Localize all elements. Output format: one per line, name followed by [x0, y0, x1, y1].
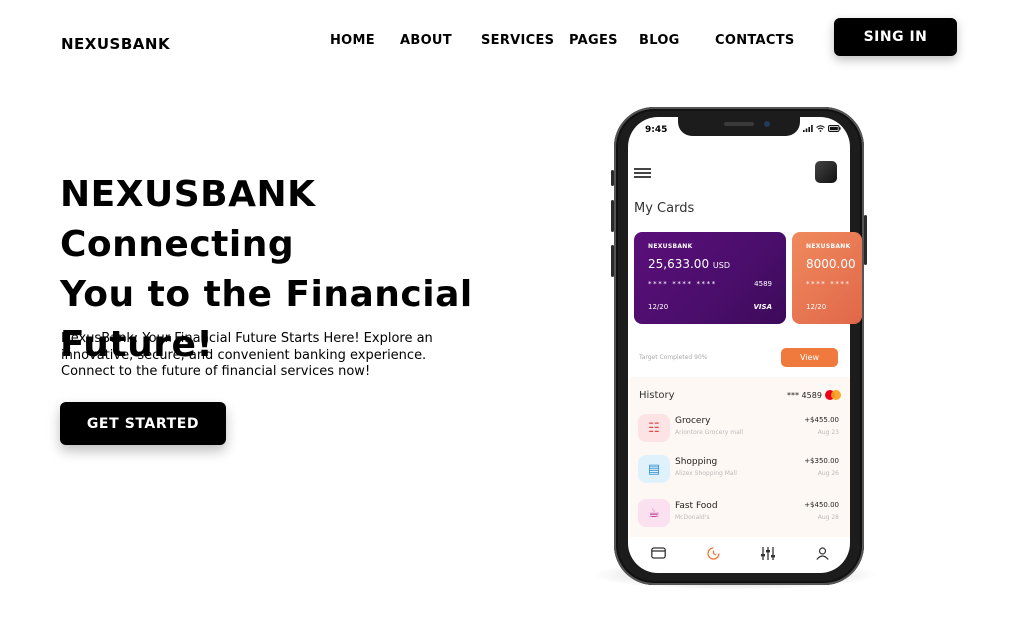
view-button[interactable]: View [781, 348, 838, 367]
transaction-subtitle: Ariontore Grocery mall [675, 429, 744, 436]
fast-food-icon: ☕ [638, 499, 670, 527]
my-cards-heading: My Cards [634, 201, 695, 216]
nav-blog[interactable]: BLOG [639, 33, 680, 48]
card-expiry: 12/20 [648, 303, 669, 311]
profile-icon[interactable] [816, 546, 830, 560]
transaction-subtitle: Alizex Shopping Mall [675, 470, 737, 477]
history-heading: History [639, 390, 675, 401]
landing-page: NEXUSBANK HOME ABOUT SERVICES PAGES BLOG… [0, 0, 1010, 628]
status-icons [803, 125, 841, 132]
chart-icon[interactable] [707, 546, 720, 560]
get-started-button[interactable]: GET STARTED [60, 402, 226, 445]
card-amount: 25,633.00 USD [648, 257, 730, 271]
hero-title-line: NEXUSBANK Connecting [60, 174, 316, 265]
transaction-subtitle: McDonald's [675, 514, 710, 521]
visa-logo: VISA [753, 303, 772, 311]
settings-icon[interactable] [761, 546, 776, 560]
hero-text-line: NexusBank: Your Financial Future Starts … [61, 331, 433, 346]
hero-text-line: innovative, secure, and convenient banki… [61, 347, 427, 363]
card-number-mask: **** **** **** [648, 280, 717, 288]
avatar[interactable] [815, 161, 837, 183]
status-time: 9:45 [645, 125, 668, 135]
signal-icon [803, 125, 813, 132]
bottom-tab-bar [630, 539, 850, 567]
card-amount: 8000.00 [806, 257, 856, 271]
transaction-amount: +$350.00 [804, 457, 839, 465]
bank-card[interactable]: NEXUSBANK 8000.00 **** **** 12/20 [792, 232, 862, 324]
history-card-number: *** 4589 [787, 390, 822, 400]
transaction-date: Aug 23 [817, 429, 839, 436]
hero-description: NexusBank: Your Financial Future Starts … [61, 331, 441, 381]
phone-notch [678, 116, 800, 136]
history-card-selector[interactable]: *** 4589 [787, 390, 841, 400]
grocery-icon: ☷ [638, 414, 670, 442]
transaction-title: Fast Food [675, 501, 718, 511]
wallet-icon[interactable] [650, 547, 666, 559]
sign-in-button[interactable]: SING IN [834, 18, 957, 56]
nav-contacts[interactable]: CONTACTS [715, 33, 795, 48]
nav-pages[interactable]: PAGES [569, 33, 618, 48]
hero-title-line: You to the Financial [60, 274, 473, 315]
card-last4: 4589 [754, 280, 772, 288]
transaction-date: Aug 28 [817, 514, 839, 521]
transaction-date: Aug 26 [817, 470, 839, 477]
transaction-amount: +$450.00 [804, 501, 839, 509]
hamburger-menu-icon[interactable] [634, 168, 651, 178]
transaction-row[interactable]: ☕ Fast Food McDonald's +$450.00 Aug 28 [638, 499, 840, 529]
transaction-title: Shopping [675, 457, 718, 467]
logo[interactable]: NEXUSBANK [61, 35, 170, 53]
nav-about[interactable]: ABOUT [400, 33, 452, 48]
phone-speaker [724, 122, 754, 126]
nav-home[interactable]: HOME [330, 33, 375, 48]
transaction-title: Grocery [675, 416, 711, 426]
nav-services[interactable]: SERVICES [481, 33, 554, 48]
battery-icon [828, 125, 841, 132]
transaction-row[interactable]: ☷ Grocery Ariontore Grocery mall +$455.0… [638, 414, 840, 444]
phone-camera [764, 121, 770, 127]
bank-card[interactable]: NEXUSBANK 25,633.00 USD **** **** **** 4… [634, 232, 786, 324]
wifi-icon [816, 125, 825, 132]
card-number-mask: **** **** [806, 280, 851, 288]
card-brand: NEXUSBANK [806, 243, 851, 250]
phone-power-button [864, 215, 867, 265]
hero-text-line: Connect to the future of financial servi… [61, 364, 371, 379]
shopping-icon: ▤ [638, 455, 670, 483]
mastercard-icon [824, 390, 841, 400]
target-progress-label: Target Completed 90% [639, 354, 708, 361]
card-expiry: 12/20 [806, 303, 827, 311]
transaction-row[interactable]: ▤ Shopping Alizex Shopping Mall +$350.00… [638, 455, 840, 485]
card-brand: NEXUSBANK [648, 243, 693, 250]
transaction-amount: +$455.00 [804, 416, 839, 424]
